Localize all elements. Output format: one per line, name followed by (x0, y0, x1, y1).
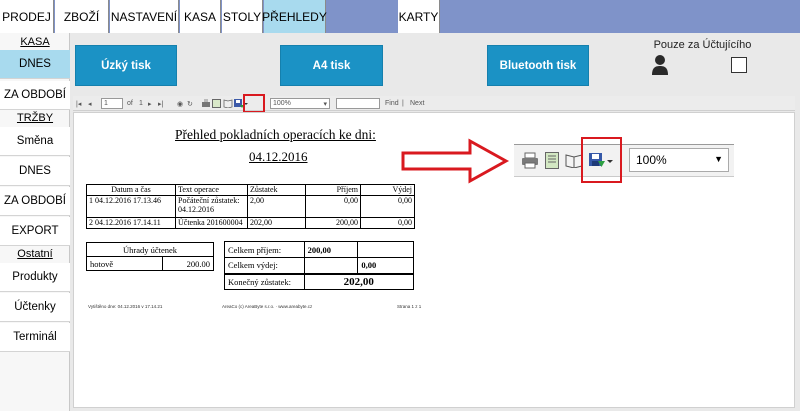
find-input[interactable] (336, 98, 380, 109)
cell-income: 0,00 (305, 195, 361, 218)
summary-table: Celkem příjem: 200,00 Celkem výdej: 0,00… (224, 241, 415, 290)
total-expense-label: Celkem výdej: (224, 257, 305, 274)
find-link[interactable]: Find (385, 98, 399, 109)
cell-balance: 2,00 (247, 195, 306, 218)
page-of-label: of (127, 100, 133, 107)
empty-cell (357, 241, 414, 258)
empty-cell (303, 257, 359, 274)
cell-income: 200,00 (305, 217, 361, 229)
payments-title: Úhrady účtenek (86, 242, 214, 257)
sidebar-item-trzby-za-obdobi[interactable]: ZA OBDOBÍ (0, 187, 70, 216)
print-layout-icon[interactable] (212, 98, 221, 109)
final-balance-value: 202,00 (303, 273, 415, 290)
tab-karty[interactable]: KARTY (398, 0, 440, 33)
cell-expense: 0,00 (360, 195, 415, 218)
cell-text: Účtenka 201600004 (175, 217, 248, 229)
col-income: Příjem (305, 184, 361, 196)
col-expense: Výdej (360, 184, 415, 196)
tab-nastaveni[interactable]: NASTAVENÍ (110, 0, 179, 33)
final-balance-label: Konečný zůstatek: (224, 273, 305, 290)
top-nav: PRODEJ ZBOŽÍ NASTAVENÍ KASA STOLY PŘEHLE… (0, 0, 800, 33)
annotation-small-highlight (243, 94, 265, 113)
stop-icon[interactable]: ◉ (177, 98, 183, 109)
next-page-icon[interactable]: ▸ (148, 98, 152, 109)
operations-table: Datum a čas Text operace Zůstatek Příjem… (86, 184, 415, 229)
annotation-arrow (401, 138, 510, 184)
tab-prodej[interactable]: PRODEJ (0, 0, 54, 33)
zoom-select-large[interactable]: 100% ▼ (629, 148, 729, 172)
table-row: 2 04.12.2016 17.14.11 Účtenka 201600004 … (86, 217, 415, 229)
sidebar-item-smena[interactable]: Směna (0, 127, 70, 156)
sidebar-item-produkty[interactable]: Produkty (0, 263, 70, 292)
sidebar-item-uctenky[interactable]: Účtenky (0, 293, 70, 322)
last-page-icon[interactable]: ▸| (158, 98, 163, 109)
zoom-select-small[interactable]: 100% ▾ (270, 98, 330, 109)
total-income-value: 200,00 (303, 241, 359, 258)
footer-page: Strana 1 z 1 (397, 304, 422, 309)
print-icon-large[interactable] (521, 152, 539, 169)
total-expense-value: 0,00 (357, 257, 414, 274)
next-link[interactable]: Next (410, 98, 424, 109)
col-text: Text operace (175, 184, 248, 196)
table-row: 1 04.12.2016 17.13.46 Počáteční zůstatek… (86, 195, 415, 218)
col-balance: Zůstatek (247, 184, 306, 196)
page-total-label: 1 (139, 100, 143, 107)
col-datetime: Datum a čas (86, 184, 176, 196)
cell-text: Počáteční zůstatek: 04.12.2016 (175, 195, 248, 218)
print-icon[interactable] (201, 98, 211, 109)
a4-print-button[interactable]: A4 tisk (280, 45, 383, 86)
cashier-only-label: Pouze za Účtujícího (653, 39, 752, 51)
tab-kasa[interactable]: KASA (180, 0, 221, 33)
sidebar-item-kasa-dnes[interactable]: DNES (0, 50, 70, 79)
sidebar-item-kasa-za-obdobi[interactable]: ZA OBDOBÍ (0, 81, 70, 110)
tab-stoly[interactable]: STOLY (222, 0, 263, 33)
total-income-label: Celkem příjem: (224, 241, 305, 258)
table-header-row: Datum a čas Text operace Zůstatek Příjem… (86, 184, 415, 196)
payments-table: Úhrady účtenek hotově 200.00 (86, 242, 214, 271)
chevron-down-icon: ▼ (714, 154, 723, 164)
payment-value: 200.00 (162, 256, 214, 271)
tab-zbozi[interactable]: ZBOŽÍ (55, 0, 109, 33)
refresh-icon[interactable]: ↻ (187, 98, 193, 109)
prev-page-icon[interactable]: ◂ (88, 98, 92, 109)
narrow-print-button[interactable]: Úzký tisk (75, 45, 177, 86)
page-setup-icon[interactable] (223, 98, 233, 109)
report-viewer-toolbar: |◂ ◂ 1 of 1 ▸ ▸| ◉ ↻ 100% ▾ Find | Next (73, 96, 795, 111)
divider: | (402, 100, 404, 107)
bluetooth-print-button[interactable]: Bluetooth tisk (487, 45, 589, 86)
sidebar-header-ostatni: Ostatní (17, 248, 53, 260)
annotation-large-highlight (581, 137, 622, 183)
footer-company: AreaCo (c) AreaByte s.r.o. · www.areabyt… (222, 304, 313, 309)
sidebar-header-trzby: TRŽBY (16, 112, 54, 124)
payment-method: hotově (86, 256, 163, 271)
report-date: 04.12.2016 (249, 149, 308, 164)
print-layout-icon-large[interactable] (545, 152, 559, 169)
sidebar-item-trzby-dnes[interactable]: DNES (0, 157, 70, 186)
report-title: Přehled pokladních operacích ke dni: (175, 127, 376, 142)
zoom-value: 100% (636, 153, 667, 167)
sidebar: KASA DNES ZA OBDOBÍ TRŽBY Směna DNES ZA … (0, 33, 70, 411)
cashier-only-checkbox[interactable] (731, 57, 747, 73)
first-page-icon[interactable]: |◂ (76, 98, 81, 109)
cell-expense: 0,00 (360, 217, 415, 229)
cell-balance: 202,00 (247, 217, 306, 229)
cell-datetime: 1 04.12.2016 17.13.46 (86, 195, 176, 218)
tab-prehledy[interactable]: PŘEHLEDY (262, 0, 327, 33)
cell-datetime: 2 04.12.2016 17.14.11 (86, 217, 176, 229)
sidebar-item-export[interactable]: EXPORT (0, 217, 70, 246)
sidebar-item-terminal[interactable]: Terminál (0, 323, 70, 352)
user-icon (652, 55, 668, 75)
page-number-input[interactable]: 1 (101, 98, 123, 109)
footer-printed: Vytištěno dne: 04.12.2016 v 17.14.21 (88, 304, 163, 309)
